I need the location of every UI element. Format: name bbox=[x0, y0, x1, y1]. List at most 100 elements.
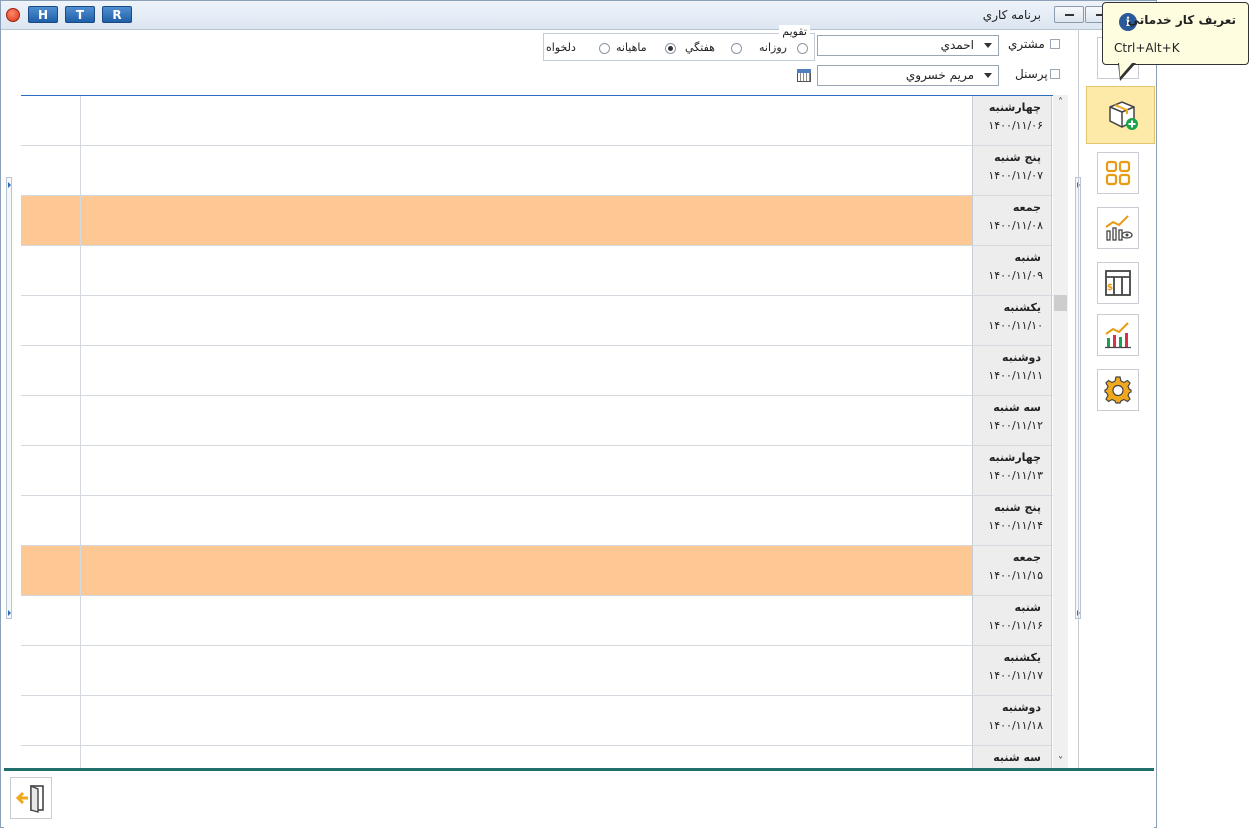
calendar-view-group: تقويم روزانه هفتگي ماهيانه دلخواه bbox=[543, 25, 815, 61]
schedule-side-cell[interactable] bbox=[21, 196, 81, 245]
weekly-radio[interactable] bbox=[731, 43, 742, 54]
grid-icon bbox=[1105, 160, 1131, 186]
day-date: ۱۴۰۰/۱۱/۱۳ bbox=[988, 469, 1043, 482]
day-header: چهارشنبه ۱۴۰۰/۱۱/۱۳ bbox=[972, 446, 1052, 495]
scroll-up-icon[interactable]: ˄ bbox=[1056, 98, 1065, 108]
schedule-row[interactable]: سه شنبه ۱۴۰۰/۱۱/۱۲ bbox=[21, 396, 1053, 446]
day-header: دوشنبه ۱۴۰۰/۱۱/۱۱ bbox=[972, 346, 1052, 395]
schedule-day-cell[interactable] bbox=[81, 396, 972, 445]
schedule-row[interactable]: جمعه ۱۴۰۰/۱۱/۰۸ bbox=[21, 196, 1053, 246]
schedule-side-cell[interactable] bbox=[21, 396, 81, 445]
schedule-row[interactable]: شنبه ۱۴۰۰/۱۱/۱۶ bbox=[21, 596, 1053, 646]
schedule-row[interactable]: چهارشنبه ۱۴۰۰/۱۱/۰۶ bbox=[21, 96, 1053, 146]
schedule-row[interactable]: شنبه ۱۴۰۰/۱۱/۰۹ bbox=[21, 246, 1053, 296]
custom-radio[interactable] bbox=[599, 43, 610, 54]
schedule-row[interactable]: پنج شنبه ۱۴۰۰/۱۱/۱۴ bbox=[21, 496, 1053, 546]
day-date: ۱۴۰۰/۱۱/۱۷ bbox=[988, 669, 1043, 682]
schedule-row[interactable]: دوشنبه ۱۴۰۰/۱۱/۱۱ bbox=[21, 346, 1053, 396]
schedule-side-cell[interactable] bbox=[21, 296, 81, 345]
schedule-day-cell[interactable] bbox=[81, 346, 972, 395]
schedule-row[interactable]: يكشنبه ۱۴۰۰/۱۱/۱۰ bbox=[21, 296, 1053, 346]
customer-checkbox[interactable] bbox=[1050, 39, 1060, 49]
schedule-row[interactable]: جمعه ۱۴۰۰/۱۱/۱۵ bbox=[21, 546, 1053, 596]
schedule-side-cell[interactable] bbox=[21, 146, 81, 195]
tooltip: i تعريف كار خدماتي Ctrl+Alt+K bbox=[1102, 2, 1249, 65]
day-header: شنبه ۱۴۰۰/۱۱/۱۶ bbox=[972, 596, 1052, 645]
schedule-window: H T R برنامه كاري مشتري احمدي پرسنل مريم… bbox=[0, 0, 1157, 828]
day-header: پنج شنبه ۱۴۰۰/۱۱/۱۴ bbox=[972, 496, 1052, 545]
schedule-row[interactable]: چهارشنبه ۱۴۰۰/۱۱/۱۳ bbox=[21, 446, 1053, 496]
day-name: جمعه bbox=[1012, 551, 1041, 564]
day-header: جمعه ۱۴۰۰/۱۱/۰۸ bbox=[972, 196, 1052, 245]
daily-radio[interactable] bbox=[797, 43, 808, 54]
day-name: چهارشنبه bbox=[988, 451, 1041, 464]
calendar-icon[interactable] bbox=[797, 69, 811, 82]
schedule-day-cell[interactable] bbox=[81, 296, 972, 345]
schedule-side-cell[interactable] bbox=[21, 446, 81, 495]
scroll-thumb[interactable] bbox=[1054, 295, 1067, 311]
schedule-day-cell[interactable] bbox=[81, 146, 972, 195]
app-icon[interactable] bbox=[6, 8, 20, 22]
title-bar: H T R برنامه كاري bbox=[1, 1, 1156, 30]
calendar-title: تقويم bbox=[779, 25, 810, 38]
weekly-label: هفتگي bbox=[685, 41, 715, 54]
day-name: پنج شنبه bbox=[994, 151, 1041, 164]
price-table-button[interactable]: $ bbox=[1097, 262, 1139, 304]
h-button[interactable]: H bbox=[28, 6, 58, 23]
schedule-day-cell[interactable] bbox=[81, 446, 972, 495]
schedule-day-cell[interactable] bbox=[81, 646, 972, 695]
define-service-job-button[interactable] bbox=[1086, 86, 1155, 144]
schedule-side-cell[interactable] bbox=[21, 496, 81, 545]
schedule-side-cell[interactable] bbox=[21, 346, 81, 395]
schedule-day-cell[interactable] bbox=[81, 246, 972, 295]
main-content: مشتري احمدي پرسنل مريم خسروي تقويم روزان… bbox=[5, 25, 1155, 772]
exit-button[interactable] bbox=[10, 777, 52, 819]
staff-select[interactable]: مريم خسروي bbox=[817, 65, 999, 86]
day-date: ۱۴۰۰/۱۱/۰۶ bbox=[988, 119, 1043, 132]
day-header: شنبه ۱۴۰۰/۱۱/۰۹ bbox=[972, 246, 1052, 295]
day-date: ۱۴۰۰/۱۱/۰۷ bbox=[988, 169, 1043, 182]
vertical-scrollbar[interactable]: ˄ ˅ bbox=[1053, 95, 1068, 771]
chevron-down-icon bbox=[984, 73, 992, 78]
t-button[interactable]: T bbox=[65, 6, 95, 23]
schedule-day-cell[interactable] bbox=[81, 596, 972, 645]
scroll-down-icon[interactable]: ˅ bbox=[1056, 757, 1065, 767]
schedule-row[interactable]: يكشنبه ۱۴۰۰/۱۱/۱۷ bbox=[21, 646, 1053, 696]
schedule-side-cell[interactable] bbox=[21, 246, 81, 295]
schedule-day-cell[interactable] bbox=[81, 546, 972, 595]
statistics-button[interactable] bbox=[1097, 314, 1139, 356]
schedule-day-cell[interactable] bbox=[81, 196, 972, 245]
bar-chart-icon bbox=[1105, 322, 1131, 349]
schedule-side-cell[interactable] bbox=[21, 596, 81, 645]
report-view-button[interactable] bbox=[1097, 207, 1139, 249]
schedule-side-cell[interactable] bbox=[21, 96, 81, 145]
staff-checkbox[interactable] bbox=[1050, 69, 1060, 79]
day-header: جمعه ۱۴۰۰/۱۱/۱۵ bbox=[972, 546, 1052, 595]
customer-label: مشتري bbox=[1008, 37, 1045, 51]
schedule-day-cell[interactable] bbox=[81, 96, 972, 145]
daily-label: روزانه bbox=[759, 41, 787, 54]
minimize-button[interactable] bbox=[1054, 6, 1084, 23]
left-splitter[interactable] bbox=[6, 177, 12, 619]
monthly-radio[interactable] bbox=[665, 43, 676, 54]
day-date: ۱۴۰۰/۱۱/۱۱ bbox=[988, 369, 1043, 382]
settings-button[interactable] bbox=[1097, 369, 1139, 411]
schedule-grid: چهارشنبه ۱۴۰۰/۱۱/۰۶ پنج شنبه ۱۴۰۰/۱۱/۰۷ جمعه… bbox=[21, 95, 1053, 772]
day-date: ۱۴۰۰/۱۱/۱۶ bbox=[988, 619, 1043, 632]
schedule-side-cell[interactable] bbox=[21, 646, 81, 695]
chevron-down-icon bbox=[984, 43, 992, 48]
schedule-day-cell[interactable] bbox=[81, 496, 972, 545]
schedule-side-cell[interactable] bbox=[21, 696, 81, 745]
day-date: ۱۴۰۰/۱۱/۱۴ bbox=[988, 519, 1043, 532]
r-button[interactable]: R bbox=[102, 6, 132, 23]
day-name: يكشنبه bbox=[1003, 301, 1041, 314]
schedule-row[interactable]: پنج شنبه ۱۴۰۰/۱۱/۰۷ bbox=[21, 146, 1053, 196]
day-header: يكشنبه ۱۴۰۰/۱۱/۱۷ bbox=[972, 646, 1052, 695]
schedule-row[interactable]: دوشنبه ۱۴۰۰/۱۱/۱۸ bbox=[21, 696, 1053, 746]
dashboard-button[interactable] bbox=[1097, 152, 1139, 194]
customer-select[interactable]: احمدي bbox=[817, 35, 999, 56]
schedule-day-cell[interactable] bbox=[81, 696, 972, 745]
gear-icon bbox=[1104, 376, 1132, 404]
exit-door-icon bbox=[16, 784, 44, 813]
schedule-side-cell[interactable] bbox=[21, 546, 81, 595]
